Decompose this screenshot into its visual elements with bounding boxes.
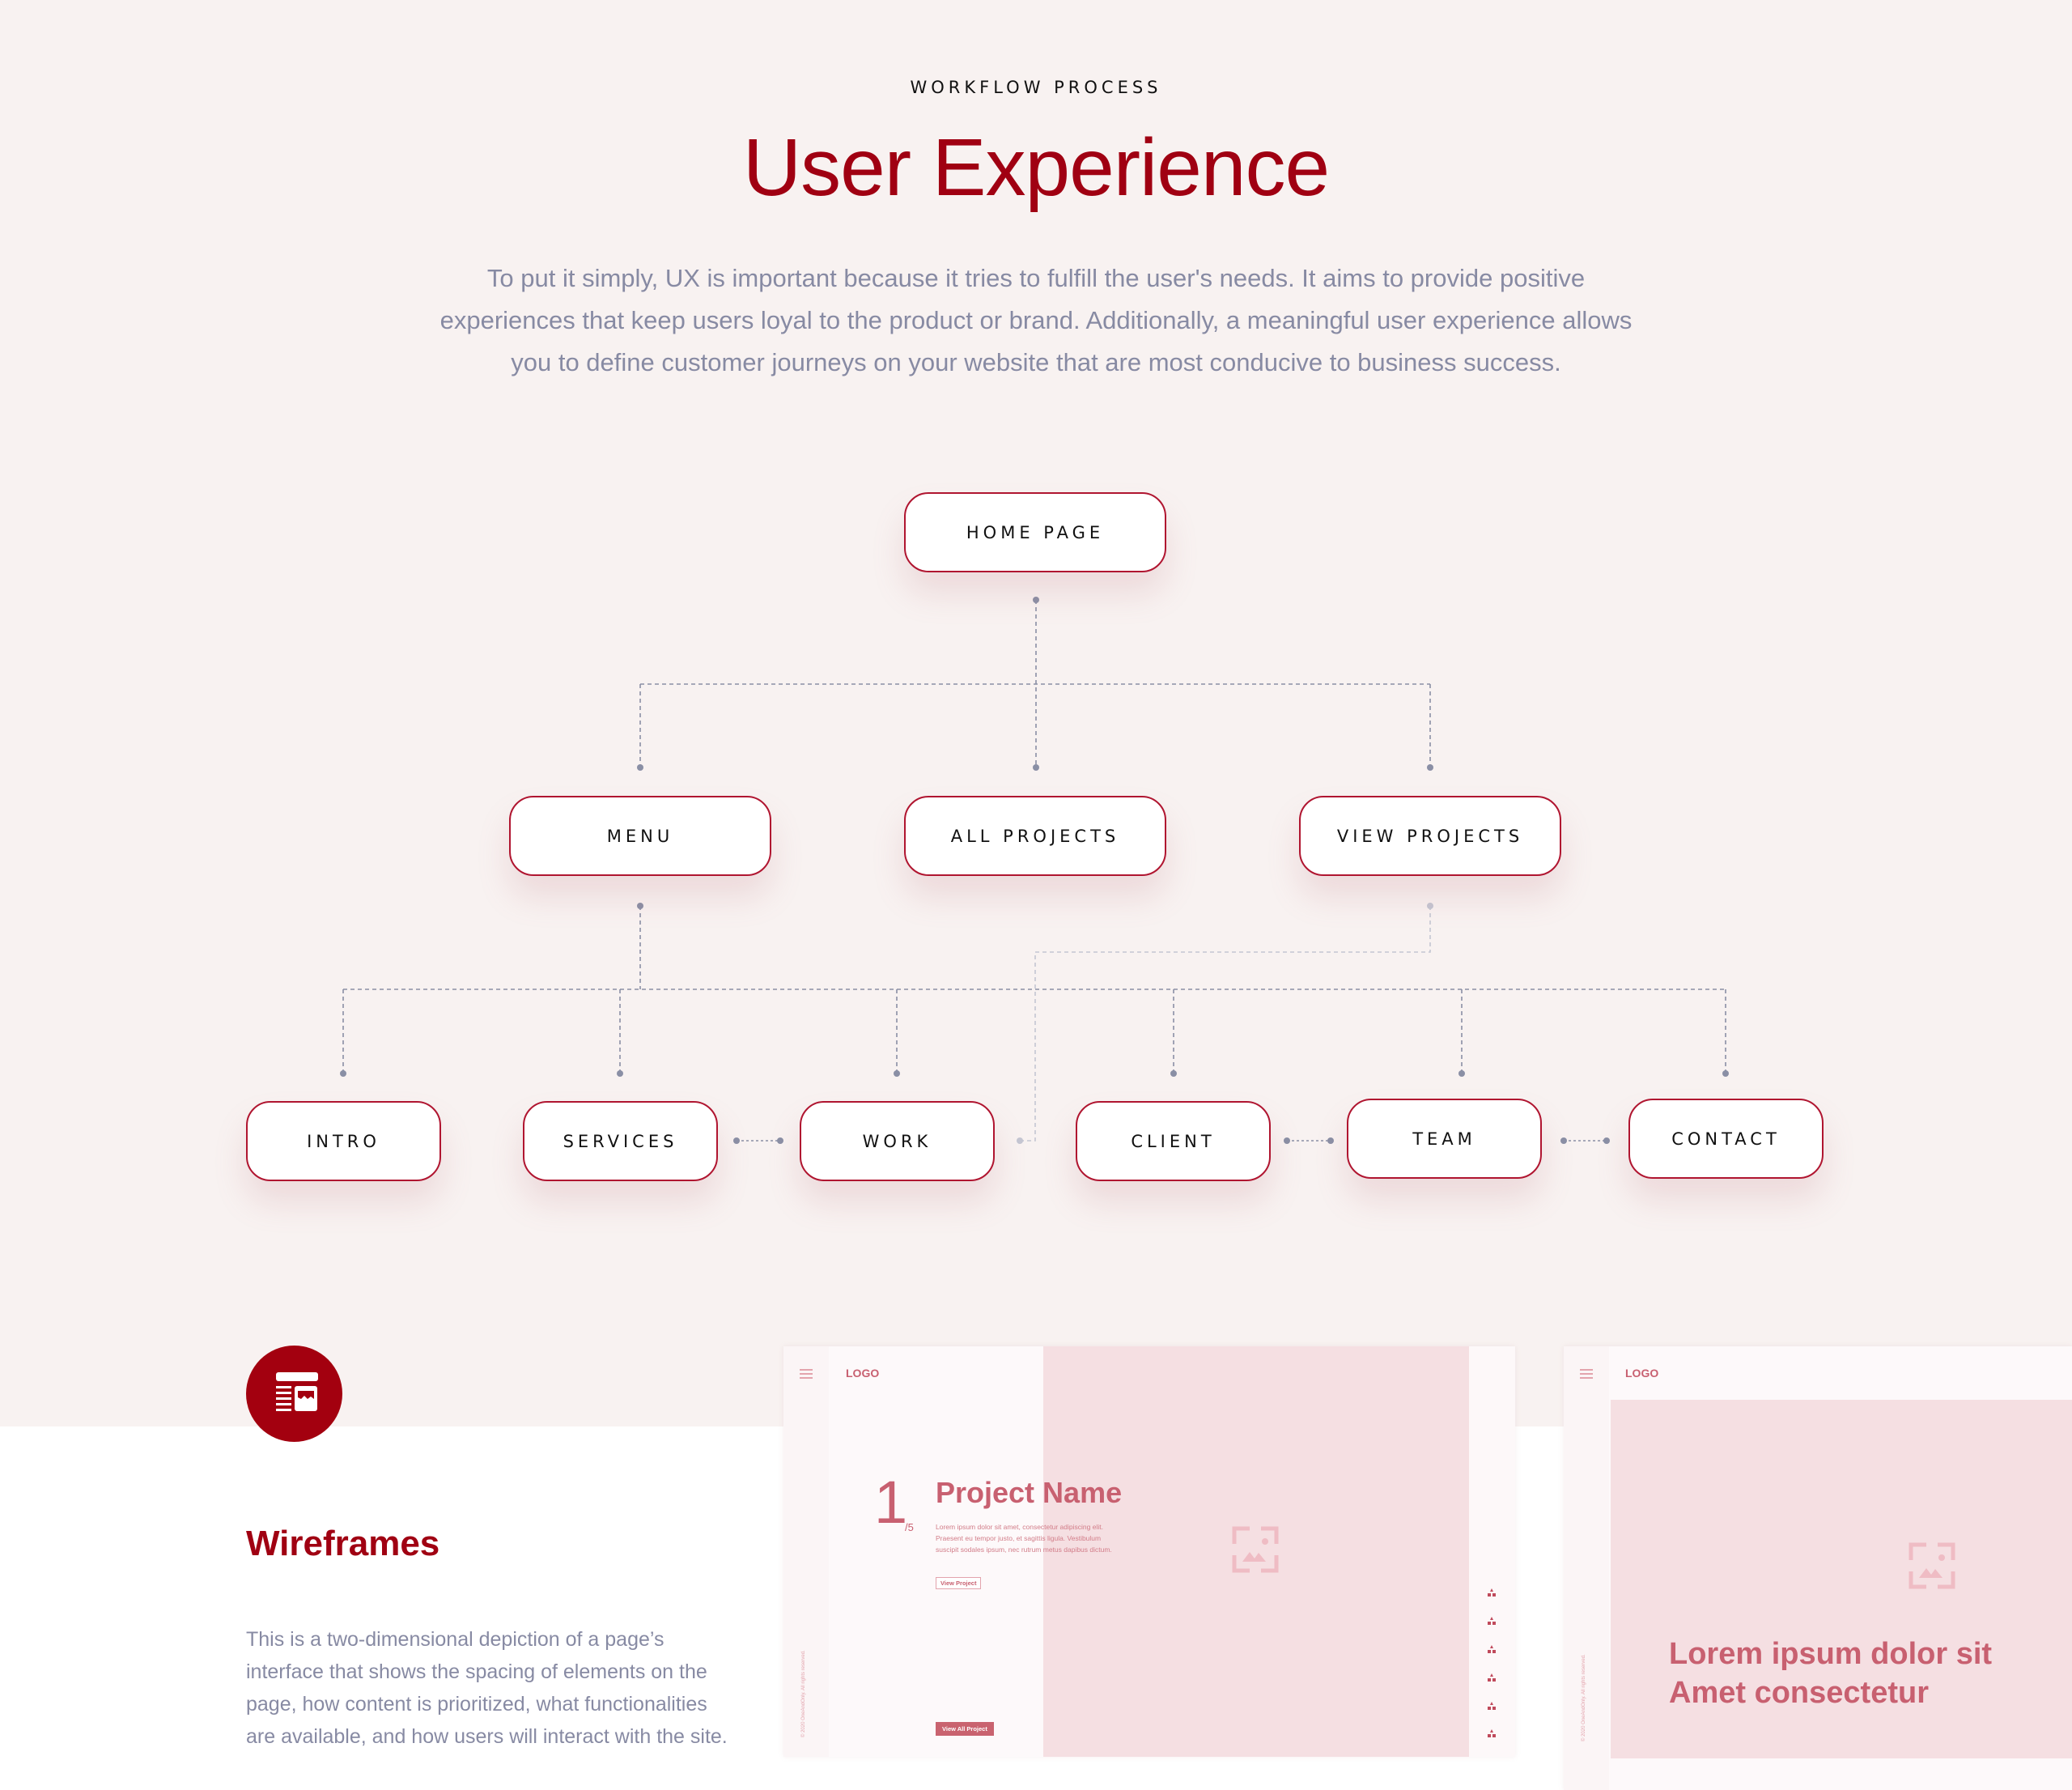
hero-headline: Lorem ipsum dolor sit Amet consectetur [1669, 1635, 1992, 1712]
slide-total: /5 [905, 1521, 914, 1533]
social-icon [1488, 1702, 1496, 1710]
node-all-projects[interactable]: ALL PROJECTS [904, 796, 1166, 876]
social-icon [1488, 1588, 1496, 1597]
wireframe-layout-icon [246, 1346, 342, 1442]
node-view-projects[interactable]: VIEW PROJECTS [1299, 796, 1561, 876]
wireframe-copyright: © 2020 OneAndOnly. All rights reserved. [801, 1650, 806, 1737]
project-name: Project Name [936, 1476, 1123, 1509]
image-placeholder-icon [1909, 1542, 1955, 1589]
intro-paragraph: To put it simply, UX is important becaus… [439, 264, 1633, 376]
feature-description: This is a two-dimensional depiction of a… [246, 1628, 728, 1748]
hero-headline-line-2: Amet consectetur [1669, 1676, 1929, 1710]
hero-headline-line-1: Lorem ipsum dolor sit [1669, 1637, 1993, 1671]
node-contact[interactable]: CONTACT [1628, 1099, 1824, 1179]
wireframe-social-bar [1469, 1346, 1515, 1757]
wireframe-logo: LOGO [1625, 1367, 1659, 1380]
wireframe-sidebar: © 2020 OneAndOnly. All rights reserved. [783, 1346, 829, 1757]
node-home-page[interactable]: HOME PAGE [904, 492, 1166, 572]
social-icon [1488, 1673, 1496, 1682]
social-icon [1488, 1729, 1496, 1737]
section-eyebrow: WORKFLOW PROCESS [910, 78, 1162, 97]
node-work[interactable]: WORK [800, 1101, 995, 1181]
social-icon [1488, 1617, 1496, 1625]
node-client[interactable]: CLIENT [1076, 1101, 1271, 1181]
wireframe-logo: LOGO [846, 1367, 880, 1380]
project-description: Lorem ipsum dolor sit amet, consectetur … [936, 1523, 1112, 1554]
node-intro[interactable]: INTRO [246, 1101, 441, 1181]
view-project-button[interactable]: View Project [936, 1577, 982, 1589]
slide-number: 1 [874, 1469, 908, 1536]
wireframe-copyright: © 2020 OneAndOnly. All rights reserved. [1582, 1654, 1586, 1741]
image-placeholder-icon [1232, 1526, 1279, 1573]
hamburger-menu-icon [800, 1369, 813, 1379]
node-services[interactable]: SERVICES [523, 1101, 718, 1181]
wireframe-sidebar: © 2020 OneAndOnly. All rights reserved. [1564, 1346, 1609, 1790]
social-icon [1488, 1645, 1496, 1653]
node-team[interactable]: TEAM [1347, 1099, 1542, 1179]
wireframe-hero-image: Lorem ipsum dolor sit Amet consectetur [1611, 1400, 2072, 1758]
view-all-project-button[interactable]: View All Project [936, 1722, 994, 1736]
page-title: User Experience [742, 122, 1330, 213]
wireframe-preview-project: © 2020 OneAndOnly. All rights reserved. … [783, 1346, 1515, 1757]
node-menu[interactable]: MENU [509, 796, 771, 876]
feature-title: Wireframes [246, 1524, 440, 1563]
hamburger-menu-icon [1580, 1369, 1593, 1379]
wireframe-preview-hero: © 2020 OneAndOnly. All rights reserved. … [1564, 1346, 2072, 1790]
